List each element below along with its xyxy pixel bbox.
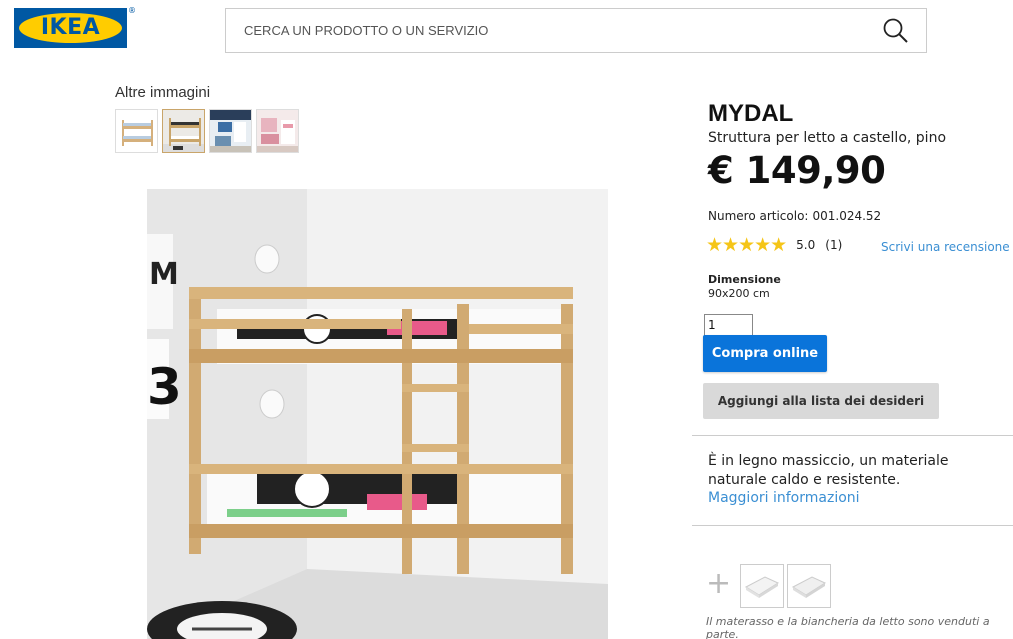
material-description: È in legno massiccio, un materiale natur… — [708, 453, 949, 488]
product-name: MYDAL — [708, 100, 794, 127]
thumb-kids-room-blue[interactable] — [209, 109, 252, 153]
mattress-icon — [788, 565, 830, 607]
main-product-image[interactable]: M 3 — [147, 189, 608, 639]
write-review-link[interactable]: Scrivi una recensione — [881, 240, 1010, 254]
product-description: Struttura per letto a castello, pino — [708, 130, 947, 146]
search-button[interactable] — [882, 17, 910, 45]
article-number-label: Numero articolo: — [708, 209, 809, 223]
thumb-kids-room-pink[interactable] — [256, 109, 299, 153]
rating-score: 5.0 — [796, 238, 816, 252]
more-info-link[interactable]: Maggiori informazioni — [708, 490, 860, 506]
logo-text: IKEA — [40, 15, 101, 40]
mattress-icon — [741, 565, 783, 607]
quantity-input[interactable] — [704, 314, 753, 336]
rating-count[interactable]: (1) — [825, 238, 842, 252]
svg-text:M: M — [149, 257, 179, 292]
search-input[interactable] — [244, 9, 864, 52]
rating-stars-icon: ★★★★★ — [706, 234, 787, 256]
divider-top — [692, 435, 1013, 436]
dimension-label: Dimensione — [708, 273, 781, 286]
thumb-bunk-bed-white-bg[interactable] — [115, 109, 158, 153]
add-to-wishlist-button[interactable]: Aggiungi alla lista dei desideri — [703, 383, 939, 419]
thumb-bunk-bed-room[interactable] — [162, 109, 205, 153]
article-number-row: Numero articolo: 001.024.52 — [708, 209, 885, 223]
article-number-value: 001.024.52 — [812, 209, 882, 223]
logo-registered-mark: ® — [128, 6, 136, 15]
accessories-note: Il materasso e la biancheria da letto so… — [706, 615, 990, 639]
search-bar — [225, 8, 927, 53]
svg-text:3: 3 — [147, 358, 182, 416]
accessory-mattress-thumb-1[interactable] — [740, 564, 784, 608]
magnifier-icon — [883, 18, 908, 43]
ikea-logo[interactable]: IKEA ® — [14, 6, 136, 50]
product-price: € 149,90 — [708, 149, 886, 192]
plus-icon: + — [706, 566, 732, 601]
thumbnail-strip — [115, 109, 299, 153]
accessory-mattress-thumb-2[interactable] — [787, 564, 831, 608]
rating-row: ★★★★★ 5.0 (1) — [706, 235, 842, 255]
divider-bottom — [692, 525, 1013, 526]
buy-online-button[interactable]: Compra online — [703, 335, 827, 372]
bunk-bed-illustration: M 3 — [147, 189, 608, 639]
dimension-value: 90x200 cm — [708, 287, 770, 300]
other-images-label: Altre immagini — [115, 84, 211, 101]
